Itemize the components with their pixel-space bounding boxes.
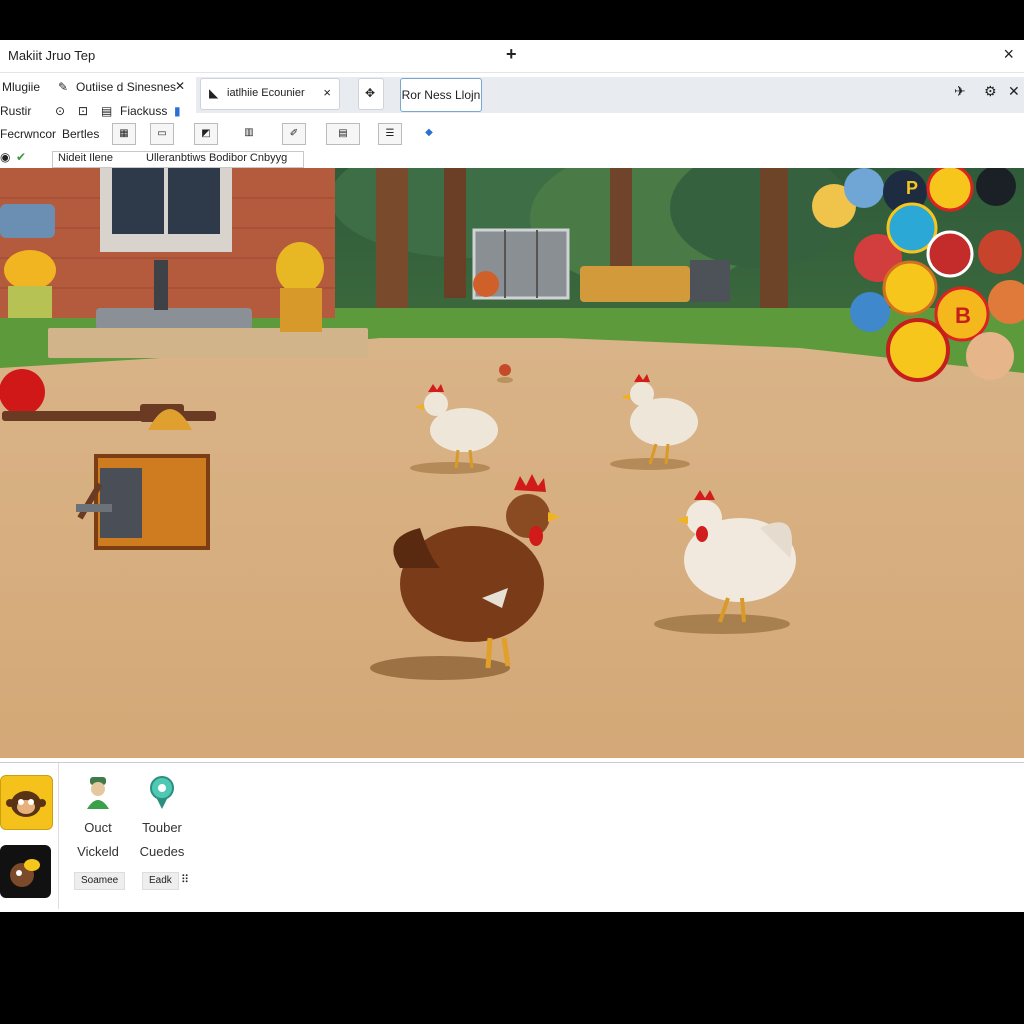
tab-close-icon[interactable]: × [323, 85, 331, 100]
tab-label: iatlhiie Ecounier [227, 87, 305, 99]
tab-row: Mlugiie ✎ Outiise d Sinesnes ✕ Rustir ⊙ … [0, 73, 1024, 118]
monkey-app-icon[interactable] [0, 775, 53, 830]
flag-icon[interactable]: ▮ [174, 104, 181, 118]
menu-icon[interactable]: ✕ [1008, 83, 1020, 100]
grid-dots-icon[interactable]: ⠿ [181, 873, 189, 886]
badge-letter-b: B [955, 303, 971, 328]
close-small-icon[interactable]: ✕ [175, 79, 185, 93]
plus-icon[interactable]: + [506, 44, 517, 65]
image-icon[interactable]: ▭ [150, 123, 174, 145]
tree-trunk [376, 168, 408, 318]
bottom-panel: Ouct Vickeld Touber Cuedes Soamee Eadk ⠿ [0, 762, 1024, 912]
tool-outer-line1: Ouct [84, 820, 112, 835]
toolbar-label-a[interactable]: Fecrwncor [0, 127, 56, 141]
tool-outer-line2: Vickeld [77, 844, 119, 859]
yellow-pot [276, 242, 324, 294]
toolbar-label-b[interactable]: Bertles [62, 127, 99, 141]
chip-soamee[interactable]: Soamee [74, 872, 126, 890]
address-bar: ◉ ✔ Nideit Ilene Ulleranbtiws Bodibor Cn… [0, 150, 1024, 168]
table-icon[interactable]: ▤ [326, 123, 360, 145]
chart-icon[interactable]: ◩ [194, 123, 218, 145]
tab-active[interactable]: ◣ iatlhiie Ecounier × [200, 78, 340, 110]
menu-item-c[interactable]: Rustir [0, 104, 31, 118]
toolbar: Fecrwncor Bertles ▦ ▭ ◩ ▥ ✐ ▤ ☰ ◆ [0, 120, 1024, 150]
list-icon[interactable]: ☰ [378, 123, 402, 145]
game-scene-art: P B [0, 168, 1024, 758]
move-icon: ✥ [365, 86, 376, 100]
person-icon [87, 777, 109, 809]
paint-icon[interactable]: ✐ [282, 123, 306, 145]
settings-icon[interactable]: ⊙ [55, 104, 65, 118]
window-title: Makiit Jruo Tep [8, 48, 96, 63]
extensions-icon[interactable]: ⚙ [984, 83, 997, 100]
browser-window: Makiit Jruo Tep + × Mlugiie ✎ Outiise d … [0, 40, 1024, 912]
game-viewport[interactable]: P B [0, 168, 1024, 758]
title-bar: Makiit Jruo Tep + × [0, 40, 1024, 73]
tool-touber-line1: Touber [142, 820, 182, 835]
bird-app-icon[interactable] [0, 845, 51, 898]
tab-icon-button[interactable]: ✥ [358, 78, 384, 110]
address-label-a: Nideit Ilene [58, 152, 114, 164]
page-icon: ◣ [209, 86, 219, 100]
home-icon[interactable]: ◉ [0, 150, 10, 164]
menu-item-d[interactable]: Fiackuss [120, 104, 167, 118]
diamond-icon[interactable]: ◆ [418, 123, 440, 143]
tool-touber-line2: Cuedes [139, 844, 185, 859]
tool-outer[interactable]: Ouct Vickeld [74, 775, 122, 859]
chip-eadk[interactable]: Eadk [142, 872, 179, 890]
crate [690, 260, 730, 302]
new-tab-button[interactable]: Ror Ness Llojn [400, 78, 482, 112]
stone-step [96, 308, 252, 330]
pin-icon-right[interactable]: ✈ [954, 83, 966, 100]
folder-icon[interactable]: ▤ [101, 104, 112, 118]
grid-icon[interactable]: ▦ [112, 123, 136, 145]
shield-icon[interactable]: ✔ [16, 150, 26, 164]
panel-divider [58, 763, 59, 909]
menu-item-a[interactable]: Mlugiie [2, 80, 40, 94]
menu-item-b[interactable]: Outiise d Sinesnes [76, 80, 176, 94]
lock-icon[interactable]: ⊡ [78, 104, 88, 118]
pin-marker-icon [150, 776, 174, 809]
red-ball [0, 369, 45, 415]
badge-letter-p: P [906, 178, 918, 198]
address-label-b: Ulleranbtiws Bodibor Cnbyyg [146, 152, 288, 164]
close-icon[interactable]: × [1003, 44, 1014, 65]
pin-icon[interactable]: ✎ [58, 80, 68, 94]
bench [580, 266, 690, 302]
tool-touber[interactable]: Touber Cuedes [136, 775, 188, 859]
bars-icon[interactable]: ▥ [238, 123, 260, 143]
